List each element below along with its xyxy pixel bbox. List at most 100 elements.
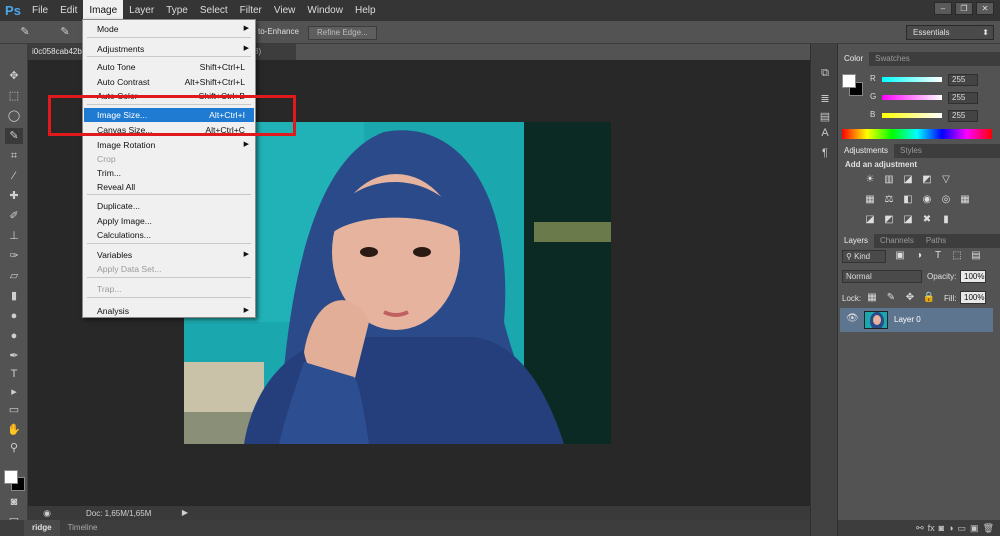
slider-red[interactable]: R 255	[838, 74, 1000, 88]
invert-icon[interactable]: ◪	[862, 213, 878, 227]
path-selection-tool-icon[interactable]: ▸	[5, 384, 23, 400]
brightness-contrast-icon[interactable]: ☀	[862, 173, 878, 187]
slider-green-track[interactable]	[882, 95, 942, 100]
menu-item-adjustments[interactable]: Adjustments ▶	[84, 42, 254, 56]
slider-blue-track[interactable]	[882, 113, 942, 118]
lock-transparent-icon[interactable]: ▦	[864, 291, 880, 305]
menu-item-apply-image[interactable]: Apply Image...	[84, 214, 254, 228]
gradient-tool-icon[interactable]: ▮	[5, 288, 23, 304]
quick-mask-icon[interactable]: ◙	[5, 494, 23, 510]
menu-type[interactable]: Type	[160, 0, 194, 21]
tab-mini-bridge[interactable]: ridge	[24, 520, 60, 536]
posterize-icon[interactable]: ◩	[881, 213, 897, 227]
menu-filter[interactable]: Filter	[234, 0, 268, 21]
hue-saturation-icon[interactable]: ▦	[862, 193, 878, 207]
menu-item-variables[interactable]: Variables ▶	[84, 248, 254, 262]
menu-help[interactable]: Help	[349, 0, 382, 21]
refine-edge-button[interactable]: Refine Edge...	[308, 26, 377, 40]
auto-enhance-checkbox[interactable]: to-Enhance	[250, 26, 307, 40]
color-lookup-icon[interactable]: ▦	[957, 193, 973, 207]
slider-red-track[interactable]	[882, 77, 942, 82]
delete-layer-icon[interactable]: 🗑	[983, 520, 994, 536]
opacity-input[interactable]: 100%	[960, 270, 986, 283]
lock-position-icon[interactable]: ✥	[902, 291, 918, 305]
filter-pixel-icon[interactable]: ▣	[892, 249, 908, 263]
eyedropper-tool-icon[interactable]: ⁄	[5, 168, 23, 184]
tab-styles[interactable]: Styles	[894, 144, 928, 158]
color-balance-icon[interactable]: ⚖	[881, 193, 897, 207]
slider-blue-value[interactable]: 255	[948, 110, 978, 122]
brush-tool-icon[interactable]: ✐	[5, 208, 23, 224]
history-panel-icon[interactable]: ⧉	[817, 66, 833, 80]
slider-blue[interactable]: B 255	[838, 110, 1000, 124]
link-layers-icon[interactable]: ⚯	[916, 520, 924, 536]
menu-item-reveal-all[interactable]: Reveal All	[84, 180, 254, 194]
lasso-tool-icon[interactable]: ◯	[5, 108, 23, 124]
curves-icon[interactable]: ◪	[900, 173, 916, 187]
color-spectrum-bar[interactable]	[842, 129, 992, 139]
character-panel-icon[interactable]: A	[817, 126, 833, 140]
quick-selection-tool-icon[interactable]: ✎	[5, 128, 23, 144]
filter-shape-icon[interactable]: ⬚	[949, 249, 965, 263]
tab-channels[interactable]: Channels	[874, 234, 920, 248]
workspace-switcher[interactable]: Essentials ⬍	[906, 25, 994, 40]
levels-icon[interactable]: ▥	[881, 173, 897, 187]
fg-color-chip[interactable]	[842, 74, 856, 88]
move-tool-icon[interactable]: ✥	[5, 68, 23, 84]
tab-timeline[interactable]: Timeline	[60, 520, 106, 536]
layer-style-icon[interactable]: fx	[928, 520, 935, 536]
dodge-tool-icon[interactable]: ●	[5, 328, 23, 344]
tab-swatches[interactable]: Swatches	[869, 52, 916, 66]
tab-adjustments[interactable]: Adjustments	[838, 144, 895, 158]
filter-adjustment-icon[interactable]: ◑	[911, 249, 927, 263]
channel-mixer-icon[interactable]: ◎	[938, 193, 954, 207]
info-panel-icon[interactable]: ▤	[817, 110, 833, 124]
healing-brush-tool-icon[interactable]: ✚	[5, 188, 23, 204]
menu-file[interactable]: File	[26, 0, 54, 21]
marquee-tool-icon[interactable]: ⬚	[5, 88, 23, 104]
new-layer-icon[interactable]: ▣	[970, 520, 979, 536]
new-group-icon[interactable]: ▭	[958, 520, 967, 536]
zoom-tool-icon[interactable]: ⚲	[5, 440, 23, 456]
zoom-field-icon[interactable]: ◉	[38, 506, 56, 520]
tab-layers[interactable]: Layers	[838, 234, 875, 248]
menu-item-auto-contrast[interactable]: Auto Contrast Alt+Shift+Ctrl+L	[84, 75, 254, 89]
selective-color-icon[interactable]: ✖	[919, 213, 935, 227]
slider-green[interactable]: G 255	[838, 92, 1000, 106]
type-tool-icon[interactable]: T	[5, 366, 23, 382]
menu-item-duplicate[interactable]: Duplicate...	[84, 199, 254, 213]
menu-item-auto-tone[interactable]: Auto Tone Shift+Ctrl+L	[84, 60, 254, 74]
lock-image-icon[interactable]: ✎	[883, 291, 899, 305]
eraser-tool-icon[interactable]: ▱	[5, 268, 23, 284]
menu-window[interactable]: Window	[301, 0, 349, 21]
menu-image[interactable]: Image	[83, 0, 124, 21]
menu-item-calculations[interactable]: Calculations...	[84, 228, 254, 242]
new-selection-icon[interactable]: ✎	[56, 24, 74, 40]
quick-selection-tool-preset-icon[interactable]: ✎	[16, 24, 34, 40]
crop-tool-icon[interactable]: ⌗	[5, 148, 23, 164]
blend-mode-select[interactable]: Normal	[842, 270, 922, 283]
menu-layer[interactable]: Layer	[123, 0, 160, 21]
black-white-icon[interactable]: ◧	[900, 193, 916, 207]
history-brush-tool-icon[interactable]: ✑	[5, 248, 23, 264]
menu-item-image-rotation[interactable]: Image Rotation ▶	[84, 138, 254, 152]
menu-edit[interactable]: Edit	[54, 0, 83, 21]
layer-filter-kind[interactable]: ⚲ Kind	[842, 250, 886, 263]
clone-stamp-tool-icon[interactable]: ⊥	[5, 228, 23, 244]
restore-button[interactable]: ❐	[955, 2, 973, 15]
exposure-icon[interactable]: ◩	[919, 173, 935, 187]
slider-green-value[interactable]: 255	[948, 92, 978, 104]
vibrance-icon[interactable]: ▽	[938, 173, 954, 187]
menu-item-trim[interactable]: Trim...	[84, 166, 254, 180]
filter-type-icon[interactable]: T	[930, 249, 946, 263]
threshold-icon[interactable]: ◪	[900, 213, 916, 227]
blur-tool-icon[interactable]: ●	[5, 308, 23, 324]
new-adjustment-layer-icon[interactable]: ◑	[948, 520, 953, 536]
foreground-color-swatch[interactable]	[4, 470, 18, 484]
menu-item-mode[interactable]: Mode ▶	[84, 22, 254, 36]
gradient-map-icon[interactable]: ▮	[938, 213, 954, 227]
status-menu-arrow-icon[interactable]: ▶	[176, 506, 194, 520]
hand-tool-icon[interactable]: ✋	[5, 422, 23, 438]
minimize-button[interactable]: –	[934, 2, 952, 15]
close-button[interactable]: ✕	[976, 2, 994, 15]
